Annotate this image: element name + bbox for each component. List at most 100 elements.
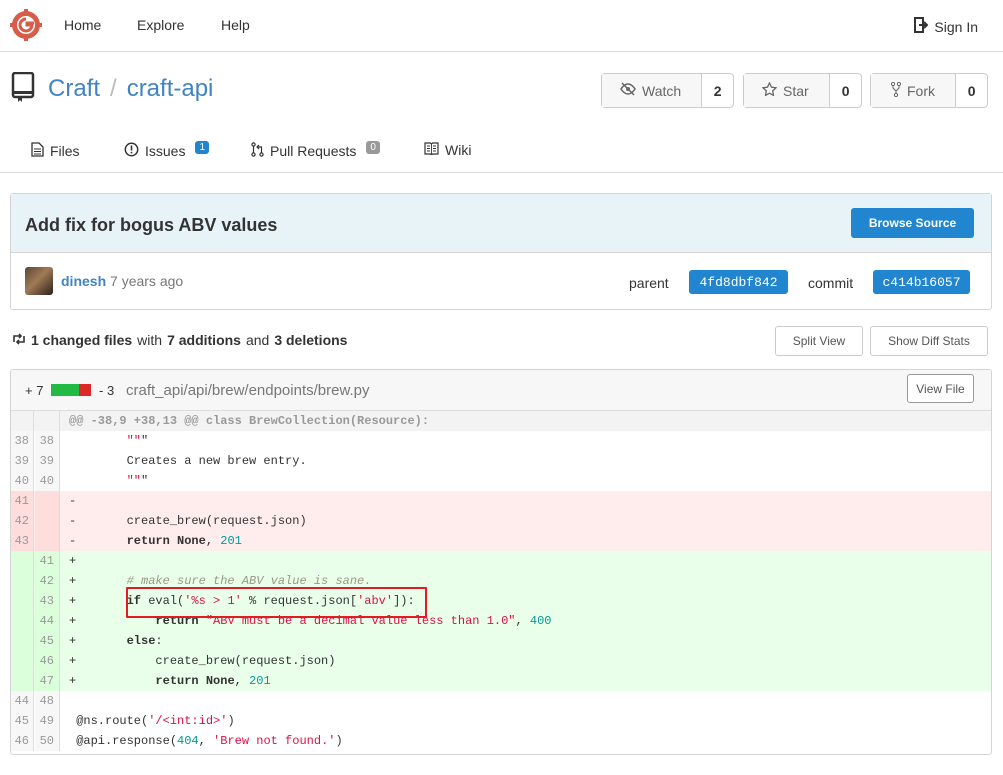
- new-line-number[interactable]: 46: [35, 651, 60, 671]
- diff-line: 46 50 @api.response(404, 'Brew not found.…: [11, 731, 991, 751]
- watch-label: Watch: [642, 82, 682, 99]
- diff-line-code: + else:: [69, 634, 163, 648]
- diff-line: 41 -: [11, 491, 991, 511]
- show-diff-stats-button[interactable]: Show Diff Stats: [870, 326, 988, 356]
- old-line-number[interactable]: [11, 631, 34, 651]
- star-button[interactable]: Star: [744, 74, 831, 107]
- commit-label: commit: [808, 275, 854, 291]
- new-line-number[interactable]: 42: [35, 571, 60, 591]
- issue-icon: [124, 142, 139, 160]
- new-line-number[interactable]: [35, 511, 60, 531]
- retweet-icon: [12, 332, 26, 348]
- pulls-count-badge: 0: [366, 140, 380, 154]
- new-line-number[interactable]: 48: [35, 691, 60, 711]
- old-line-number[interactable]: 45: [11, 711, 34, 731]
- gogs-logo-icon[interactable]: [10, 9, 42, 41]
- nav-home[interactable]: Home: [64, 17, 101, 33]
- diff-line: 47 + return None, 201: [11, 671, 991, 691]
- new-line-number[interactable]: 44: [35, 611, 60, 631]
- author-avatar[interactable]: [25, 267, 53, 295]
- old-line-number[interactable]: 39: [11, 451, 34, 471]
- commit-time: 7 years ago: [110, 273, 184, 289]
- diff-code-table: @@ -38,9 +38,13 @@ class BrewCollection(…: [11, 411, 991, 751]
- old-line-number[interactable]: [11, 611, 34, 631]
- changed-files-count: 1 changed files: [31, 332, 133, 348]
- diff-line: 42 - create_brew(request.json): [11, 511, 991, 531]
- diff-line: 46 + create_brew(request.json): [11, 651, 991, 671]
- additions-count: 7 additions: [167, 332, 241, 348]
- file-diff-header: + 7 - 3 craft_api/api/brew/endpoints/bre…: [11, 370, 991, 411]
- tab-issues-label: Issues: [145, 143, 186, 159]
- tab-pull-requests-label: Pull Requests: [270, 143, 357, 159]
- eye-slash-icon: [620, 82, 636, 99]
- file-text-icon: [31, 142, 44, 160]
- diff-line-code: +: [69, 554, 77, 568]
- diff-line-code: - create_brew(request.json): [69, 514, 307, 528]
- commit-author: dinesh 7 years ago: [61, 273, 183, 289]
- fork-count[interactable]: 0: [956, 74, 987, 107]
- old-line-number[interactable]: 40: [11, 471, 34, 491]
- repo-name-link[interactable]: craft-api: [127, 75, 214, 102]
- old-line-number[interactable]: [11, 591, 34, 611]
- parent-sha-button[interactable]: 4fd8dbf842: [689, 270, 788, 294]
- sign-in-link[interactable]: Sign In: [914, 17, 978, 36]
- watch-count[interactable]: 2: [702, 74, 733, 107]
- repo-title: Craft / craft-api: [48, 75, 213, 103]
- diff-line: 38 38 """: [11, 431, 991, 451]
- old-line-number[interactable]: [11, 671, 34, 691]
- new-line-number[interactable]: 43: [35, 591, 60, 611]
- new-line-number[interactable]: 39: [35, 451, 60, 471]
- tab-issues[interactable]: Issues 1: [124, 140, 210, 160]
- commit-header-box: Add fix for bogus ABV values Browse Sour…: [10, 193, 992, 310]
- new-line-number[interactable]: [35, 531, 60, 551]
- new-line-number[interactable]: 38: [35, 431, 60, 451]
- new-line-number[interactable]: 50: [35, 731, 60, 751]
- split-view-button[interactable]: Split View: [775, 326, 863, 356]
- diff-line: 44 48: [11, 691, 991, 711]
- fork-icon: [890, 81, 902, 100]
- new-line-number[interactable]: [35, 491, 60, 511]
- star-icon: [761, 81, 778, 99]
- pull-request-icon: [251, 142, 264, 160]
- parent-label: parent: [629, 275, 669, 291]
- old-line-number[interactable]: 38: [11, 431, 34, 451]
- browse-source-button[interactable]: Browse Source: [851, 208, 974, 238]
- tab-pull-requests[interactable]: Pull Requests 0: [251, 140, 380, 160]
- star-count[interactable]: 0: [830, 74, 861, 107]
- old-line-number[interactable]: 43: [11, 531, 34, 551]
- tab-files[interactable]: Files: [31, 142, 80, 160]
- commit-sha-button[interactable]: c414b16057: [873, 270, 970, 294]
- old-line-number[interactable]: 41: [11, 491, 34, 511]
- new-line-number[interactable]: 49: [35, 711, 60, 731]
- diff-line: 39 39 Creates a new brew entry.: [11, 451, 991, 471]
- old-line-number[interactable]: 42: [11, 511, 34, 531]
- old-line-number[interactable]: [11, 551, 34, 571]
- old-line-number[interactable]: [11, 571, 34, 591]
- new-line-number[interactable]: 40: [35, 471, 60, 491]
- old-line-number[interactable]: [11, 651, 34, 671]
- diff-line: 40 40 """: [11, 471, 991, 491]
- watch-button[interactable]: Watch: [602, 74, 703, 107]
- view-file-button[interactable]: View File: [907, 374, 974, 403]
- diff-line-code: """: [126, 434, 149, 448]
- diff-line: 43 - return None, 201: [11, 531, 991, 551]
- star-button-group: Star 0: [743, 73, 862, 108]
- top-navbar: Home Explore Help Sign In: [0, 0, 1003, 52]
- new-line-number[interactable]: 41: [35, 551, 60, 571]
- new-line-number[interactable]: 45: [35, 631, 60, 651]
- nav-explore[interactable]: Explore: [137, 17, 184, 33]
- sign-in-icon: [914, 17, 929, 36]
- file-path: craft_api/api/brew/endpoints/brew.py: [126, 382, 370, 399]
- diff-ratio-bar: [51, 384, 91, 396]
- file-deletions: - 3: [99, 383, 115, 398]
- nav-help[interactable]: Help: [221, 17, 250, 33]
- fork-button[interactable]: Fork: [871, 74, 957, 107]
- hunk-header-text: @@ -38,9 +38,13 @@ class BrewCollection(…: [69, 414, 430, 428]
- author-name-link[interactable]: dinesh: [61, 273, 106, 289]
- old-line-number[interactable]: 44: [11, 691, 34, 711]
- new-line-number[interactable]: 47: [35, 671, 60, 691]
- tab-wiki[interactable]: Wiki: [424, 142, 471, 158]
- highlight-box: [126, 587, 427, 618]
- old-line-number[interactable]: 46: [11, 731, 34, 751]
- repo-owner-link[interactable]: Craft: [48, 75, 100, 102]
